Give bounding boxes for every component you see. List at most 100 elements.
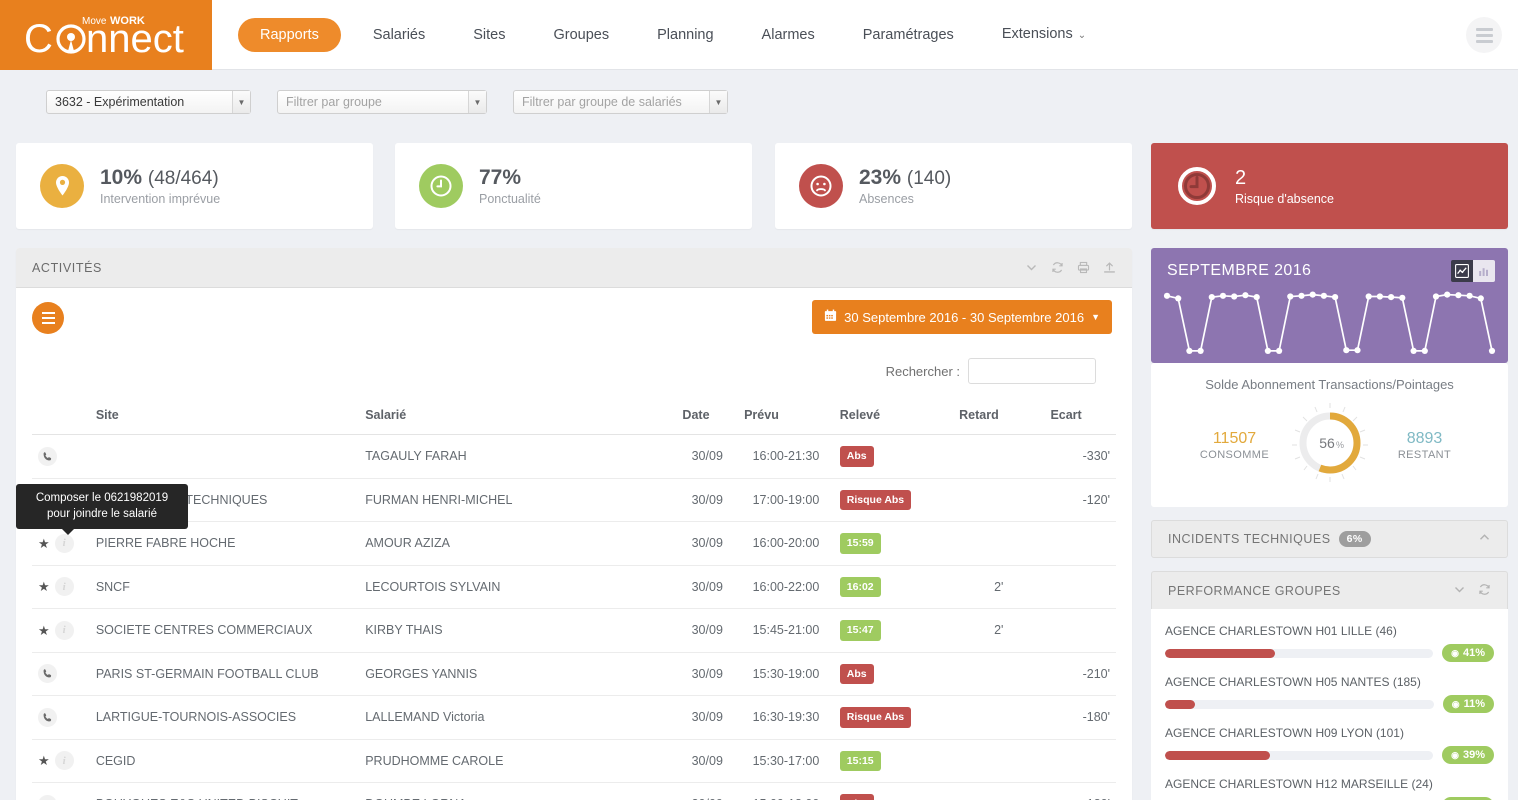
phone-icon[interactable] [38, 708, 57, 727]
table-row[interactable]: GLOBAL MULTITECHNIQUESFURMAN HENRI-MICHE… [32, 478, 1116, 522]
performance-percent: 41% [1463, 647, 1485, 659]
row-ecart: -330' [1044, 435, 1116, 479]
table-row[interactable]: TAGAULY FARAH30/0916:00-21:30Abs-330' [32, 435, 1116, 479]
nav-item-alarmes[interactable]: Alarmes [738, 0, 839, 70]
column-header-releve[interactable]: Relevé [834, 398, 953, 435]
chevron-down-icon[interactable]: ▼ [232, 91, 250, 113]
select-groupe-salaries[interactable]: Filtrer par groupe de salariés ▼ [513, 90, 728, 114]
nav-item-planning[interactable]: Planning [633, 0, 737, 70]
hamburger-icon[interactable] [1466, 17, 1502, 53]
info-icon[interactable]: i [55, 621, 74, 640]
info-icon[interactable]: i [55, 534, 74, 553]
column-header-date[interactable]: Date [676, 398, 738, 435]
table-row[interactable]: LARTIGUE-TOURNOIS-ASSOCIESLALLEMAND Vict… [32, 696, 1116, 740]
chevron-down-icon[interactable] [1453, 583, 1466, 599]
kpi-card-risque-absence[interactable]: 2 Risque d'absence [1151, 143, 1508, 229]
star-icon[interactable]: ★ [38, 537, 50, 550]
nav-item-sites[interactable]: Sites [449, 0, 529, 70]
performance-item-label: AGENCE CHARLESTOWN H05 NANTES (185) [1165, 675, 1494, 689]
status-badge: Abs [840, 664, 874, 685]
search-input[interactable] [968, 358, 1096, 384]
column-header-retard[interactable]: Retard [953, 398, 1044, 435]
print-icon[interactable] [1077, 261, 1090, 274]
column-header-site[interactable]: Site [90, 398, 359, 435]
nav-label: Sites [473, 27, 505, 43]
table-row[interactable]: BOUYGUES E&S UNITED BISCUITDOUMBE LORNA3… [32, 783, 1116, 800]
nav-item-rapports[interactable]: Rapports [238, 18, 341, 52]
column-header-ecart[interactable]: Ecart [1044, 398, 1116, 435]
table-row[interactable]: ★iCEGIDPRUDHOMME CAROLE30/0915:30-17:001… [32, 739, 1116, 783]
kpi-card-intervention-imprevue[interactable]: 10% (48/464) Intervention imprévue [16, 143, 373, 229]
nav-item-groupes[interactable]: Groupes [529, 0, 633, 70]
performance-item[interactable]: AGENCE CHARLESTOWN H01 LILLE (46)◉41% [1165, 617, 1494, 668]
kpi-card-ponctualite[interactable]: 77% Ponctualité [395, 143, 752, 229]
donut-remaining-value: 8893 [1383, 430, 1467, 448]
performance-item[interactable]: AGENCE CHARLESTOWN H05 NANTES (185)◉11% [1165, 668, 1494, 719]
kpi-value: 10% (48/464) [100, 166, 220, 190]
kpi-caption: Ponctualité [479, 192, 541, 206]
table-row[interactable]: PARIS ST-GERMAIN FOOTBALL CLUBGEORGES YA… [32, 652, 1116, 696]
nav-item-extensions[interactable]: Extensions⌄ [978, 0, 1110, 71]
table-row[interactable]: ★iPIERRE FABRE HOCHEAMOUR AZIZA30/0916:0… [32, 522, 1116, 566]
table-row[interactable]: ★iSOCIETE CENTRES COMMERCIAUXKIRBY THAIS… [32, 609, 1116, 653]
export-icon[interactable] [1103, 261, 1116, 274]
star-icon[interactable]: ★ [38, 754, 50, 767]
performance-item[interactable]: AGENCE CHARLESTOWN H12 MARSEILLE (24)◉33… [1165, 770, 1494, 800]
row-site: SNCF [90, 565, 359, 609]
bar-chart-icon[interactable] [1473, 260, 1495, 282]
row-date: 30/09 [676, 739, 738, 783]
row-prevu: 15:30-17:00 [738, 739, 834, 783]
chevron-up-icon[interactable] [1478, 531, 1491, 547]
line-chart-icon[interactable] [1451, 260, 1473, 282]
table-row[interactable]: ★iSNCFLECOURTOIS SYLVAIN30/0916:00-22:00… [32, 565, 1116, 609]
status-badge: 15:15 [840, 751, 881, 772]
performance-progress-fill [1165, 700, 1195, 709]
kpi-card-absences[interactable]: 23% (140) Absences [775, 143, 1132, 229]
row-icons-cell [32, 696, 90, 740]
phone-icon[interactable] [38, 664, 57, 683]
row-releve: Abs [834, 435, 953, 479]
info-icon[interactable]: i [55, 577, 74, 596]
row-icons-cell: ★i [32, 739, 90, 783]
row-site: CEGID [90, 739, 359, 783]
row-site: BOUYGUES E&S UNITED BISCUIT [90, 783, 359, 800]
refresh-icon[interactable] [1051, 261, 1064, 274]
nav-label: Paramétrages [863, 27, 954, 43]
chevron-down-icon[interactable]: ▼ [468, 91, 486, 113]
performance-groupes-section[interactable]: PERFORMANCE GROUPES [1151, 571, 1508, 609]
row-date: 30/09 [676, 478, 738, 522]
chevron-down-icon[interactable]: ▼ [709, 91, 727, 113]
star-icon[interactable]: ★ [38, 624, 50, 637]
column-header-prevu[interactable]: Prévu [738, 398, 834, 435]
list-view-button[interactable] [32, 302, 64, 334]
row-icons-cell [32, 783, 90, 800]
nav-item-salaries[interactable]: Salariés [349, 0, 449, 70]
performance-item[interactable]: AGENCE CHARLESTOWN H09 LYON (101)◉39% [1165, 719, 1494, 770]
column-header-salarie[interactable]: Salarié [359, 398, 676, 435]
column-header-icons[interactable] [32, 398, 90, 435]
search-label: Rechercher : [886, 364, 960, 379]
date-range-label: 30 Septembre 2016 - 30 Septembre 2016 [844, 310, 1084, 325]
info-icon[interactable]: i [55, 751, 74, 770]
chevron-down-icon[interactable] [1025, 261, 1038, 274]
performance-progress-fill [1165, 751, 1270, 760]
month-sparkline-chart [1159, 286, 1500, 364]
nav-item-parametrages[interactable]: Paramétrages [839, 0, 978, 70]
row-icons-cell [32, 652, 90, 696]
row-retard: 2' [953, 609, 1044, 653]
filter-bar: 3632 - Expérimentation ▼ Filtrer par gro… [0, 70, 1518, 134]
phone-icon[interactable] [38, 447, 57, 466]
refresh-icon[interactable] [1478, 583, 1491, 599]
select-site[interactable]: 3632 - Expérimentation ▼ [46, 90, 251, 114]
star-icon[interactable]: ★ [38, 580, 50, 593]
row-date: 30/09 [676, 652, 738, 696]
activities-table: Site Salarié Date Prévu Relevé Retard Ec… [32, 398, 1116, 800]
brand-logo[interactable]: C nnect Move WORK [0, 0, 212, 70]
row-prevu: 15:00-18:00 [738, 783, 834, 800]
row-retard [953, 522, 1044, 566]
play-circle-icon: ◉ [1451, 750, 1459, 761]
phone-icon[interactable] [38, 795, 57, 800]
incidents-techniques-section[interactable]: INCIDENTS TECHNIQUES 6% [1151, 520, 1508, 558]
date-range-button[interactable]: 30 Septembre 2016 - 30 Septembre 2016 ▼ [812, 300, 1112, 334]
select-groupe[interactable]: Filtrer par groupe ▼ [277, 90, 487, 114]
